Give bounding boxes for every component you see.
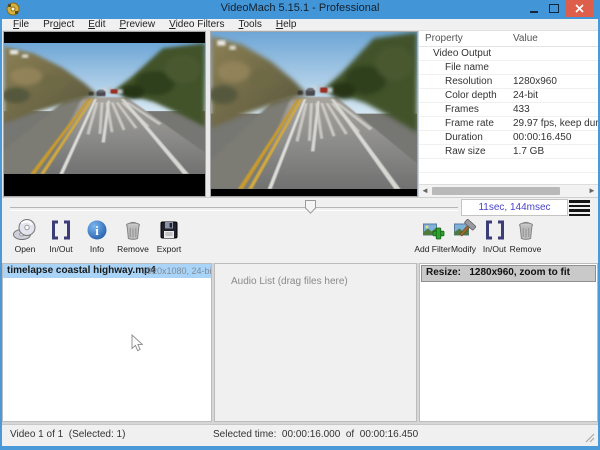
app-window: VideoMach 5.15.1 - Professional File Pro… [0, 0, 600, 450]
add-filter-icon [421, 218, 445, 242]
open-disc-icon [13, 218, 37, 242]
video-toolbar-buttons: Open In/Out i Info [7, 218, 187, 254]
info-button[interactable]: i Info [79, 218, 115, 254]
resize-grip[interactable] [585, 433, 595, 443]
list-item[interactable]: Resize: 1280x960, zoom to fit [421, 265, 596, 282]
property-panel-hscrollbar[interactable]: ◄ ► [419, 184, 598, 197]
remove-filter-button[interactable]: Remove [510, 218, 541, 254]
status-video-count: Video 1 of 1 (Selected: 1) [10, 429, 125, 440]
trash-icon [121, 218, 145, 242]
add-filter-button[interactable]: Add Filter [417, 218, 448, 254]
video-file-format: 1920x1080, 24-bit [142, 264, 211, 278]
table-row[interactable]: Frame rate29.97 fps, keep duration [419, 117, 598, 131]
trash-icon [514, 218, 538, 242]
maximize-button[interactable] [544, 0, 564, 17]
status-bar: Video 1 of 1 (Selected: 1) Selected time… [2, 424, 598, 446]
inout-brackets-icon [49, 218, 73, 242]
minimize-button[interactable] [524, 0, 544, 17]
table-row[interactable]: Frames433 [419, 103, 598, 117]
title-bar: VideoMach 5.15.1 - Professional [0, 0, 600, 19]
menu-project[interactable]: Project [36, 19, 81, 30]
property-column-header: Property [419, 31, 513, 46]
list-item[interactable]: timelapse coastal highway.mp4 1920x1080,… [3, 264, 211, 278]
filter-inout-button[interactable]: In/Out [479, 218, 510, 254]
video-file-name: timelapse coastal highway.mp4 [7, 264, 156, 278]
table-row[interactable]: Duration00:00:16.450 [419, 131, 598, 145]
modify-hammer-icon [452, 218, 476, 242]
inout-brackets-icon [483, 218, 507, 242]
modify-filter-button[interactable]: Modify [448, 218, 479, 254]
mouse-cursor-icon [131, 334, 143, 352]
empty-table-row [419, 159, 598, 173]
status-selected-time: Selected time: 00:00:16.000 of 00:00:16.… [213, 429, 418, 440]
source-video-preview [3, 31, 206, 197]
property-panel: Property Value Video Output File name Re… [418, 31, 598, 197]
filter-toolbar-buttons: Add Filter Modify In/Out [417, 218, 541, 254]
menu-preview[interactable]: Preview [112, 19, 162, 30]
menu-help[interactable]: Help [269, 19, 304, 30]
output-video-preview [210, 31, 418, 197]
table-row[interactable]: Color depth24-bit [419, 89, 598, 103]
property-table-header: Property Value [419, 31, 598, 47]
source-video-frame [4, 43, 205, 174]
table-row[interactable]: File name [419, 61, 598, 75]
menu-video-filters[interactable]: Video Filters [162, 19, 231, 30]
maximize-icon [549, 4, 559, 13]
scrollbar-thumb[interactable] [432, 187, 560, 195]
table-row[interactable]: Resolution1280x960 [419, 75, 598, 89]
value-column-header: Value [513, 31, 598, 46]
floppy-export-icon [157, 218, 181, 242]
table-row[interactable]: Video Output [419, 47, 598, 61]
menu-hamburger-icon[interactable] [569, 200, 590, 218]
scroll-right-arrow-icon[interactable]: ► [586, 185, 598, 197]
minimize-icon [530, 11, 538, 13]
menu-tools[interactable]: Tools [231, 19, 268, 30]
remove-video-button[interactable]: Remove [115, 218, 151, 254]
output-video-frame [211, 32, 417, 189]
audio-list-placeholder: Audio List (drag files here) [231, 276, 348, 287]
close-button[interactable] [565, 0, 594, 17]
lists-area: timelapse coastal highway.mp4 1920x1080,… [2, 263, 598, 424]
export-button[interactable]: Export [151, 218, 187, 254]
audio-list-panel[interactable]: Audio List (drag files here) [214, 263, 417, 422]
menu-bar: File Project Edit Preview Video Filters … [2, 19, 598, 31]
time-display[interactable]: 11sec, 144msec [461, 199, 568, 216]
scroll-left-arrow-icon[interactable]: ◄ [419, 185, 431, 197]
timeline-slider-track[interactable] [10, 207, 458, 211]
window-title: VideoMach 5.15.1 - Professional [0, 2, 600, 14]
svg-text:i: i [95, 223, 99, 238]
filter-list-panel[interactable]: Resize: 1280x960, zoom to fit [419, 263, 598, 422]
table-row[interactable]: Raw size1.7 GB [419, 145, 598, 159]
toolbar: 11sec, 144msec Open In/Out [2, 197, 598, 264]
menu-edit[interactable]: Edit [81, 19, 112, 30]
info-icon: i [85, 218, 109, 242]
menu-file[interactable]: File [6, 19, 36, 30]
video-list-panel[interactable]: timelapse coastal highway.mp4 1920x1080,… [2, 263, 212, 422]
preview-area: Property Value Video Output File name Re… [2, 31, 598, 197]
timeline-slider-thumb[interactable] [305, 200, 316, 214]
close-icon [575, 4, 584, 13]
inout-button[interactable]: In/Out [43, 218, 79, 254]
open-button[interactable]: Open [7, 218, 43, 254]
